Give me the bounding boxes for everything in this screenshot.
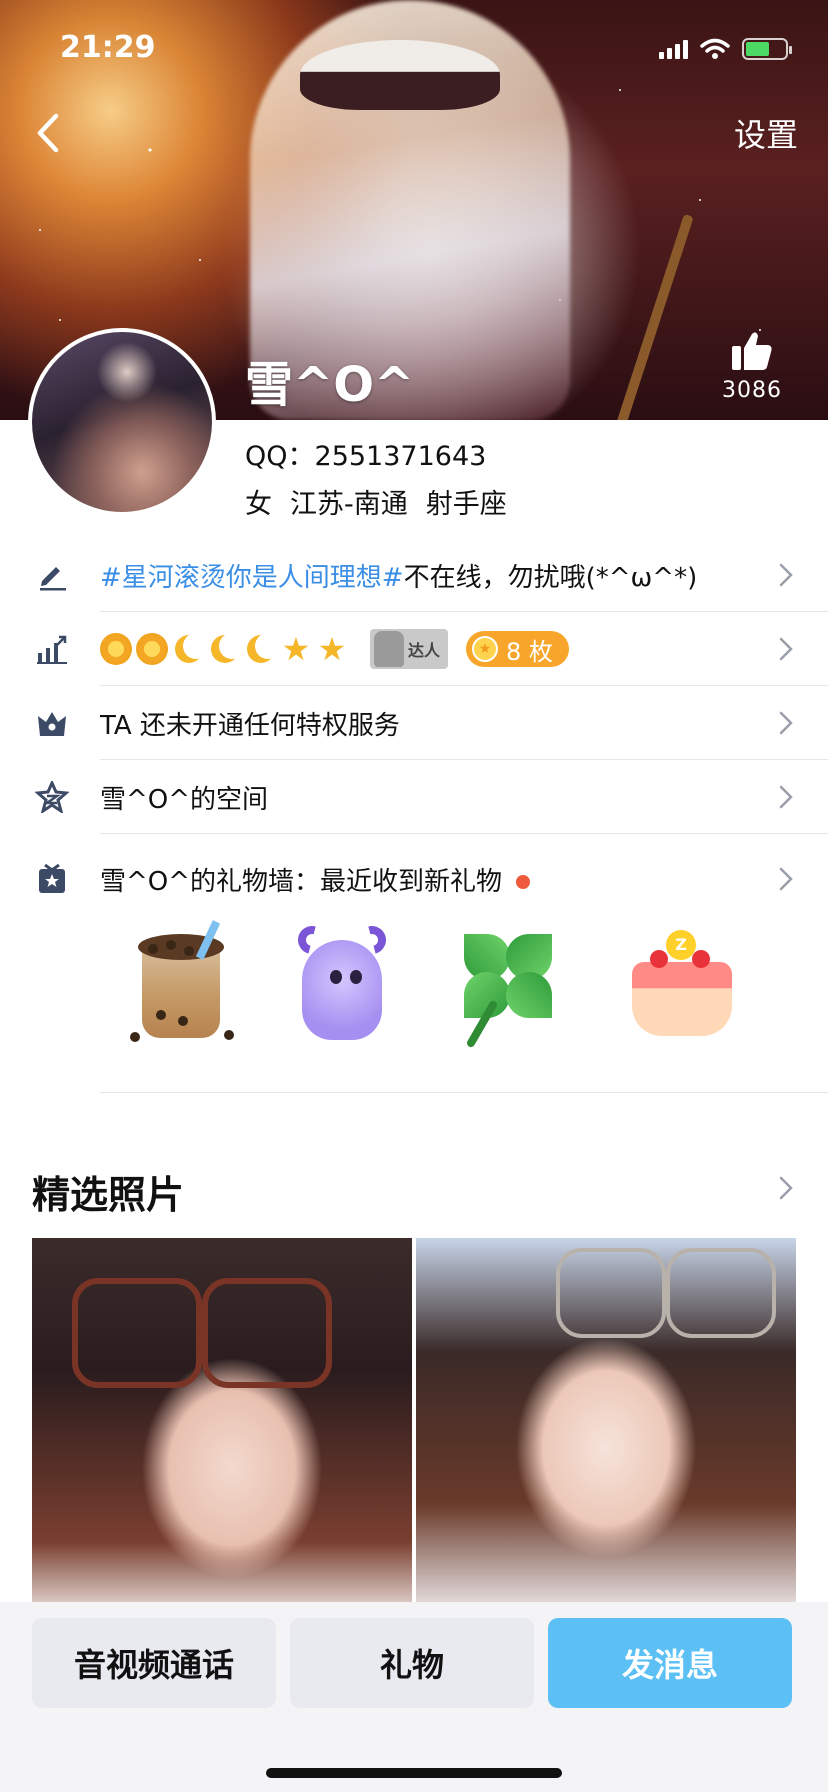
qq-number-line: QQ：2551371643 xyxy=(245,434,486,473)
settings-button[interactable]: 设置 xyxy=(734,110,798,156)
level-row[interactable]: ★ ★ 达人 ★ 8 枚 xyxy=(0,612,828,686)
signature-row[interactable]: #星河滚烫你是人间理想#不在线，勿扰哦(*^ω^*) xyxy=(0,538,828,612)
back-icon[interactable] xyxy=(28,108,68,158)
sun-badge-icon xyxy=(136,633,168,665)
bubble-tea-gift-icon[interactable] xyxy=(124,920,244,1050)
daren-label: 达人 xyxy=(408,641,441,660)
crown-icon xyxy=(34,705,70,741)
clover-gift-icon[interactable] xyxy=(448,920,568,1050)
basic-info-line: 女 江苏-南通 射手座 xyxy=(245,482,507,521)
featured-photo[interactable] xyxy=(32,1238,412,1618)
qq-label: QQ： xyxy=(245,441,315,472)
medal-count: 8 枚 xyxy=(506,637,553,666)
moon-badge-icon xyxy=(244,633,281,665)
featured-photo[interactable] xyxy=(416,1238,796,1618)
video-call-button[interactable]: 音视频通话 xyxy=(32,1618,276,1708)
level-chart-icon xyxy=(34,631,70,667)
signature-body: 不在线，勿扰哦(*^ω^*) xyxy=(403,562,698,593)
cake-gift-icon[interactable]: Z xyxy=(620,920,740,1050)
gift-wall-row[interactable]: 雪^O^的礼物墙：最近收到新礼物 xyxy=(0,842,828,916)
zodiac: 射手座 xyxy=(425,489,507,520)
medal-count-badge[interactable]: ★ 8 枚 xyxy=(466,631,569,667)
space-text: 雪^O^的空间 xyxy=(100,784,269,815)
location: 江苏-南通 xyxy=(290,489,408,520)
chevron-right-icon xyxy=(779,711,793,735)
gift-list: Z xyxy=(100,920,760,1050)
level-badges: ★ ★ 达人 ★ 8 枚 xyxy=(100,629,569,669)
avatar[interactable] xyxy=(28,328,216,516)
medal-icon: ★ xyxy=(472,636,499,662)
sun-badge-icon xyxy=(100,633,132,665)
battery-icon xyxy=(742,38,792,60)
daren-badge[interactable]: 达人 xyxy=(370,629,449,669)
gift-wall-label: 雪^O^的礼物墙：最近收到新礼物 xyxy=(100,866,503,897)
gift-wall-text: 雪^O^的礼物墙：最近收到新礼物 xyxy=(100,861,531,898)
thumbs-up-icon xyxy=(732,332,772,370)
like-count: 3086 xyxy=(722,378,782,403)
gift-button[interactable]: 礼物 xyxy=(290,1618,534,1708)
chevron-right-icon xyxy=(779,563,793,587)
chevron-right-icon xyxy=(779,867,793,891)
moon-badge-icon xyxy=(172,633,209,665)
pencil-icon xyxy=(34,557,70,593)
signature-text: #星河滚烫你是人间理想#不在线，勿扰哦(*^ω^*) xyxy=(100,557,697,594)
signature-hashtag[interactable]: #星河滚烫你是人间理想# xyxy=(100,563,404,593)
status-bar: 21:29 xyxy=(0,0,828,100)
purple-monster-gift-icon[interactable] xyxy=(282,920,402,1050)
signal-icon xyxy=(659,39,688,59)
privilege-row[interactable]: TA 还未开通任何特权服务 xyxy=(0,686,828,760)
bell-icon xyxy=(374,631,404,667)
star-badge-icon: ★ xyxy=(317,630,347,668)
like-button[interactable]: 3086 xyxy=(702,330,802,403)
row-divider xyxy=(100,833,828,834)
gift-box-icon xyxy=(34,861,70,897)
chevron-right-icon xyxy=(779,637,793,661)
qq-number: 2551371643 xyxy=(314,441,487,472)
send-message-button[interactable]: 发消息 xyxy=(548,1618,792,1708)
chevron-right-icon xyxy=(779,785,793,809)
star-badge-icon: ★ xyxy=(281,630,311,668)
bottom-action-bar: 音视频通话 礼物 发消息 xyxy=(0,1602,828,1792)
new-gift-dot xyxy=(516,875,531,889)
status-icons xyxy=(659,38,792,60)
chevron-right-icon[interactable] xyxy=(776,1173,796,1203)
moon-badge-icon xyxy=(208,633,245,665)
space-row[interactable]: 雪^O^的空间 xyxy=(0,760,828,834)
section-divider xyxy=(100,1092,828,1093)
gender: 女 xyxy=(245,489,272,520)
featured-photos-title[interactable]: 精选照片 xyxy=(32,1164,184,1219)
qzone-star-icon xyxy=(34,779,70,815)
status-time: 21:29 xyxy=(60,30,156,65)
wifi-icon xyxy=(700,38,730,59)
home-indicator[interactable] xyxy=(266,1768,562,1778)
profile-nickname: 雪^O^ xyxy=(245,357,415,413)
privilege-text: TA 还未开通任何特权服务 xyxy=(100,710,400,741)
